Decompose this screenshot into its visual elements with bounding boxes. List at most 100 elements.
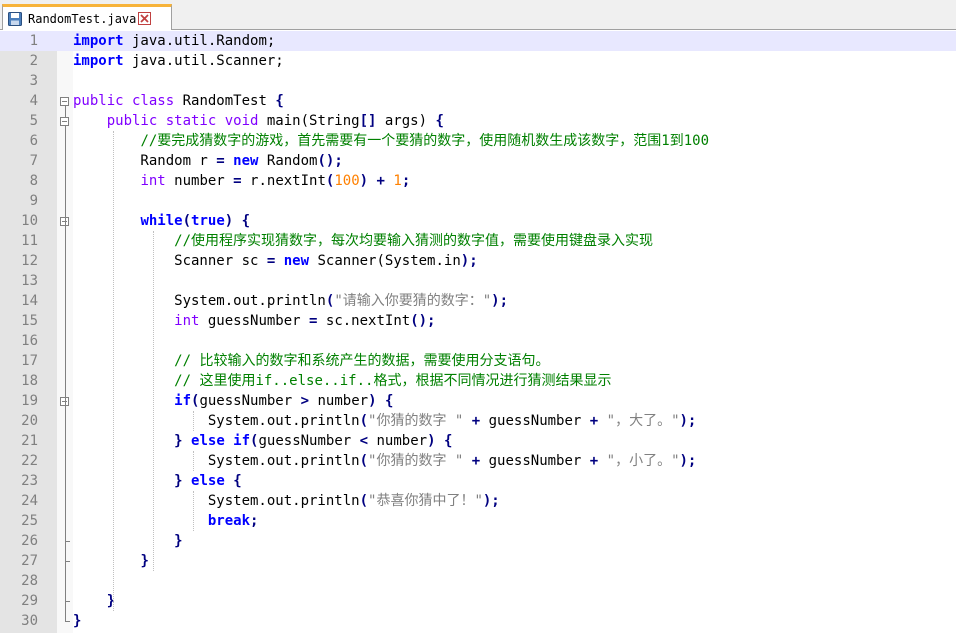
code-line-26[interactable]: 26 } (0, 531, 956, 551)
code-line-21[interactable]: 21 } else if(guessNumber < number) { (0, 431, 956, 451)
fold-end (65, 621, 70, 622)
code-line-2[interactable]: 2 import java.util.Scanner; (0, 51, 956, 71)
code-line-8[interactable]: 8 int number = r.nextInt(100) + 1; (0, 171, 956, 191)
code-line-16[interactable]: 16 (0, 331, 956, 351)
code-token: { (233, 473, 242, 489)
code-token: Scanner sc (73, 253, 267, 269)
code-line-12[interactable]: 12 Scanner sc = new Scanner(System.in); (0, 251, 956, 271)
code-token: { (443, 433, 453, 449)
code-line-5[interactable]: 5 public static void main(String[] args)… (0, 111, 956, 131)
close-icon[interactable] (138, 12, 152, 25)
code-line-30[interactable]: 30} (0, 611, 956, 631)
code-line-6[interactable]: 6 //要完成猜数字的游戏，首先需要有一个要猜的数字，使用随机数生成该数字，范围… (0, 131, 956, 151)
line-number: 27 (21, 553, 38, 569)
code-text[interactable]: } else if(guessNumber < number) { (73, 431, 452, 451)
code-line-20[interactable]: 20 System.out.println("你猜的数字 " + guessNu… (0, 411, 956, 431)
fold-toggle[interactable] (60, 117, 69, 126)
code-text[interactable]: int guessNumber = sc.nextInt(); (73, 311, 435, 331)
code-token: if (174, 393, 192, 409)
code-text[interactable]: // 比较输入的数字和系统产生的数据，需要使用分支语句。 (73, 351, 549, 371)
code-text[interactable]: System.out.println("你猜的数字 " + guessNumbe… (73, 451, 697, 471)
code-token: "你猜的数字 " (368, 453, 464, 469)
code-line-25[interactable]: 25 break; (0, 511, 956, 531)
code-line-23[interactable]: 23 } else { (0, 471, 956, 491)
code-line-28[interactable]: 28 (0, 571, 956, 591)
code-text[interactable]: } (73, 531, 182, 551)
code-token: "恭喜你猜中了！" (368, 493, 483, 509)
code-line-18[interactable]: 18 // 这里使用if..else..if..格式，根据不同情况进行猜测结果显… (0, 371, 956, 391)
code-text[interactable]: //要完成猜数字的游戏，首先需要有一个要猜的数字，使用随机数生成该数字，范围1到… (73, 131, 709, 151)
code-text[interactable]: break; (73, 511, 259, 531)
code-line-4[interactable]: 4 public class RandomTest { (0, 91, 956, 111)
code-token: { (241, 213, 251, 229)
code-token: main(String (258, 113, 360, 129)
code-token: ); (679, 413, 697, 429)
code-token: number (368, 433, 428, 449)
code-text[interactable]: import java.util.Random; (73, 31, 275, 51)
code-text[interactable]: while(true) { (73, 211, 250, 231)
code-token: System.out.println (73, 413, 360, 429)
code-text[interactable]: } else { (73, 471, 242, 491)
fold-end (65, 601, 70, 602)
code-line-11[interactable]: 11 //使用程序实现猜数字，每次均要输入猜测的数字值，需要使用键盘录入实现 (0, 231, 956, 251)
fold-toggle[interactable] (60, 97, 69, 106)
code-text[interactable]: public static void main(String[] args) { (73, 111, 444, 131)
code-text[interactable]: //使用程序实现猜数字，每次均要输入猜测的数字值，需要使用键盘录入实现 (73, 231, 653, 251)
code-token: 100 (334, 173, 360, 189)
code-line-13[interactable]: 13 (0, 271, 956, 291)
code-token: ) (224, 213, 234, 229)
code-token: //使用程序实现猜数字，每次均要输入猜测的数字值，需要使用键盘录入实现 (174, 233, 654, 249)
code-line-3[interactable]: 3 (0, 71, 956, 91)
code-text[interactable]: System.out.println("你猜的数字 " + guessNumbe… (73, 411, 697, 431)
code-token: System.out.println (73, 453, 360, 469)
code-line-1[interactable]: 1 import java.util.Random; (0, 31, 956, 51)
indent-guide (193, 451, 194, 471)
code-line-27[interactable]: 27 } (0, 551, 956, 571)
code-line-7[interactable]: 7 Random r = new Random(); (0, 151, 956, 171)
code-token: import (73, 53, 124, 69)
code-text[interactable]: } (73, 591, 115, 611)
code-text[interactable]: Scanner sc = new Scanner(System.in); (73, 251, 477, 271)
line-number: 16 (21, 333, 38, 349)
code-text[interactable]: System.out.println("恭喜你猜中了！"); (73, 491, 500, 511)
code-line-24[interactable]: 24 System.out.println("恭喜你猜中了！"); (0, 491, 956, 511)
code-token: number (165, 173, 234, 189)
code-line-10[interactable]: 10 while(true) { (0, 211, 956, 231)
code-line-29[interactable]: 29 } (0, 591, 956, 611)
code-token: new (283, 253, 310, 269)
code-line-9[interactable]: 9 (0, 191, 956, 211)
code-text[interactable]: System.out.println("请输入你要猜的数字："); (73, 291, 508, 311)
code-text[interactable]: int number = r.nextInt(100) + 1; (73, 171, 410, 191)
code-editor[interactable]: 1 import java.util.Random; 2 import java.ut… (0, 31, 956, 633)
line-number: 15 (21, 313, 38, 329)
code-token: else (191, 473, 225, 489)
code-token: = (216, 153, 225, 169)
code-text[interactable]: if(guessNumber > number) { (73, 391, 393, 411)
code-token: } (174, 433, 183, 449)
code-token: ); (482, 493, 500, 509)
line-number: 21 (21, 433, 38, 449)
code-token: } (73, 613, 82, 629)
code-line-14[interactable]: 14 System.out.println("请输入你要猜的数字："); (0, 291, 956, 311)
line-number: 20 (21, 413, 38, 429)
code-token: { (435, 113, 444, 129)
code-text[interactable]: } (73, 551, 148, 571)
code-line-19[interactable]: 19 if(guessNumber > number) { (0, 391, 956, 411)
code-text[interactable]: import java.util.Scanner; (73, 51, 284, 71)
code-text[interactable]: } (73, 611, 81, 631)
code-line-17[interactable]: 17 // 比较输入的数字和系统产生的数据，需要使用分支语句。 (0, 351, 956, 371)
tab-randomtest-java[interactable]: RandomTest.java (2, 4, 172, 30)
code-token: number (309, 393, 369, 409)
code-line-22[interactable]: 22 System.out.println("你猜的数字 " + guessNu… (0, 451, 956, 471)
code-line-15[interactable]: 15 int guessNumber = sc.nextInt(); (0, 311, 956, 331)
code-token: public static void (106, 113, 259, 129)
line-number: 14 (21, 293, 38, 309)
code-token: //要完成猜数字的游戏，首先需要有一个要猜的数字，使用随机数生成该数字，范围1到… (140, 133, 710, 149)
code-text[interactable]: public class RandomTest { (73, 91, 284, 111)
